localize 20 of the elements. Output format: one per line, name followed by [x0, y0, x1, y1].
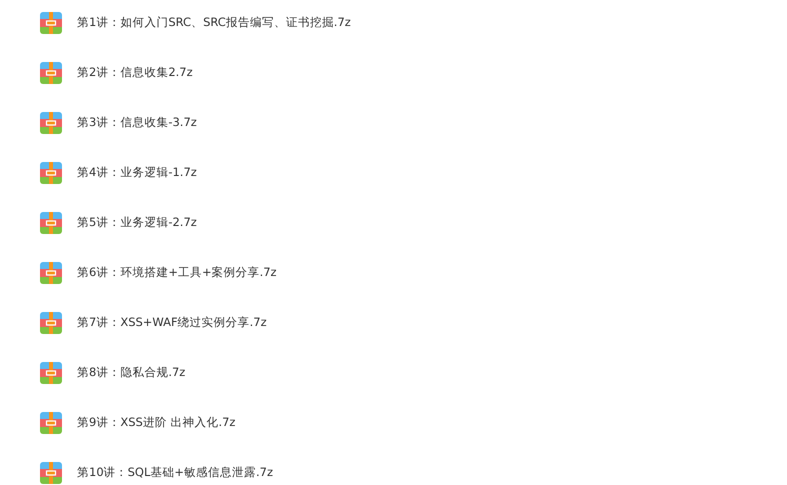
file-name[interactable]: 第9讲：XSS进阶 出神入化.7z — [77, 414, 236, 432]
file-name[interactable]: 第7讲：XSS+WAF绕过实例分享.7z — [77, 314, 267, 332]
file-name[interactable]: 第4讲：业务逻辑-1.7z — [77, 164, 197, 182]
archive-icon — [40, 162, 62, 184]
archive-icon — [40, 212, 62, 234]
archive-icon — [40, 462, 62, 484]
file-name[interactable]: 第5讲：业务逻辑-2.7z — [77, 214, 197, 232]
archive-icon — [40, 12, 62, 34]
file-name[interactable]: 第3讲：信息收集-3.7z — [77, 114, 197, 132]
archive-icon — [40, 62, 62, 84]
file-name[interactable]: 第1讲：如何入门SRC、SRC报告编写、证书挖掘.7z — [77, 14, 351, 32]
file-name[interactable]: 第8讲：隐私合规.7z — [77, 364, 186, 382]
archive-icon — [40, 362, 62, 384]
file-name[interactable]: 第6讲：环境搭建+工具+案例分享.7z — [77, 264, 277, 282]
file-name[interactable]: 第2讲：信息收集2.7z — [77, 64, 193, 82]
archive-icon — [40, 112, 62, 134]
archive-icon — [40, 412, 62, 434]
archive-icon — [40, 262, 62, 284]
archive-icon — [40, 312, 62, 334]
file-name[interactable]: 第10讲：SQL基础+敏感信息泄露.7z — [77, 464, 274, 482]
